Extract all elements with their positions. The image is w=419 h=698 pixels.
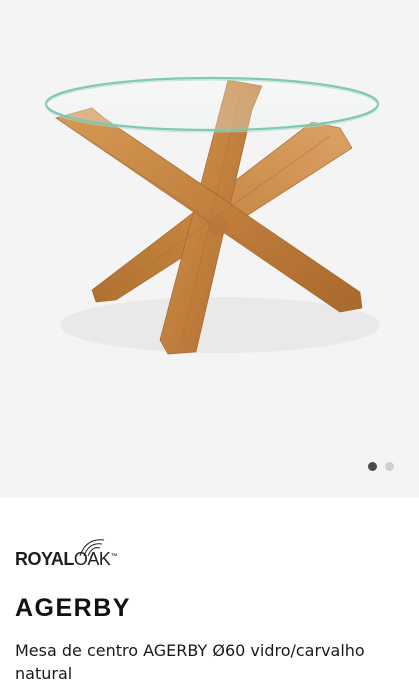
carousel-dot-2[interactable] bbox=[385, 462, 394, 471]
carousel-dots bbox=[368, 462, 394, 471]
product-description: Mesa de centro AGERBY Ø60 vidro/carvalho… bbox=[15, 641, 365, 683]
brand-arc-icon bbox=[79, 539, 105, 557]
product-title: AGERBY bbox=[15, 594, 131, 622]
brand-royal-text: ROYAL bbox=[15, 549, 74, 569]
product-image-gallery[interactable] bbox=[0, 0, 419, 498]
brand-trademark: ™ bbox=[110, 553, 117, 560]
carousel-dot-1[interactable] bbox=[368, 462, 377, 471]
oak-arc-icon bbox=[15, 536, 16, 537]
product-image[interactable] bbox=[0, 0, 419, 498]
